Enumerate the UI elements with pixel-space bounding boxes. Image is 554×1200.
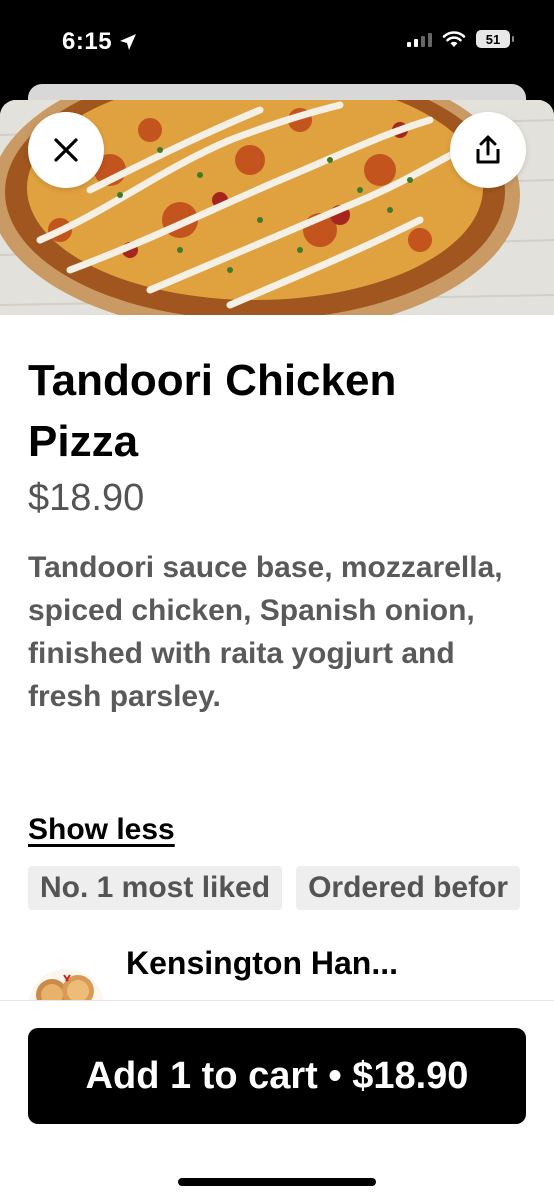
item-description: Tandoori sauce base, mozzarella, spiced … — [28, 551, 503, 713]
battery-icon: 51 — [476, 30, 514, 48]
cellular-signal-icon — [407, 31, 432, 47]
status-time: 6:15 — [62, 28, 138, 56]
battery-level: 51 — [485, 31, 501, 47]
restaurant-name: Kensington Han... — [126, 945, 398, 981]
location-arrow-icon — [120, 34, 137, 50]
item-title: Tandoori Chicken Pizza — [28, 356, 397, 466]
share-icon — [476, 135, 500, 164]
badge-ordered-before: Ordered befor — [296, 866, 521, 910]
home-indicator — [178, 1178, 376, 1186]
show-less-link[interactable]: Show less — [28, 813, 175, 847]
add-to-cart-button[interactable]: Add 1 to cart • $18.90 — [28, 1028, 526, 1124]
cart-footer: Add 1 to cart • $18.90 — [0, 1000, 554, 1200]
restaurant-row[interactable]: Kensington Han... — [28, 945, 548, 1005]
item-detail-sheet: Tandoori Chicken Pizza $18.90 Tandoori s… — [0, 100, 554, 1200]
wifi-icon — [442, 31, 466, 47]
badge-row: No. 1 most liked Ordered befor — [28, 866, 521, 910]
status-bar: 6:15 51 — [0, 0, 554, 84]
status-icons: 51 — [407, 30, 514, 48]
status-time-text: 6:15 — [62, 28, 113, 55]
badge-most-liked: No. 1 most liked — [28, 866, 283, 910]
item-price: $18.90 — [28, 477, 145, 519]
share-button[interactable] — [450, 112, 526, 188]
close-icon — [54, 138, 78, 162]
close-button[interactable] — [28, 112, 104, 188]
